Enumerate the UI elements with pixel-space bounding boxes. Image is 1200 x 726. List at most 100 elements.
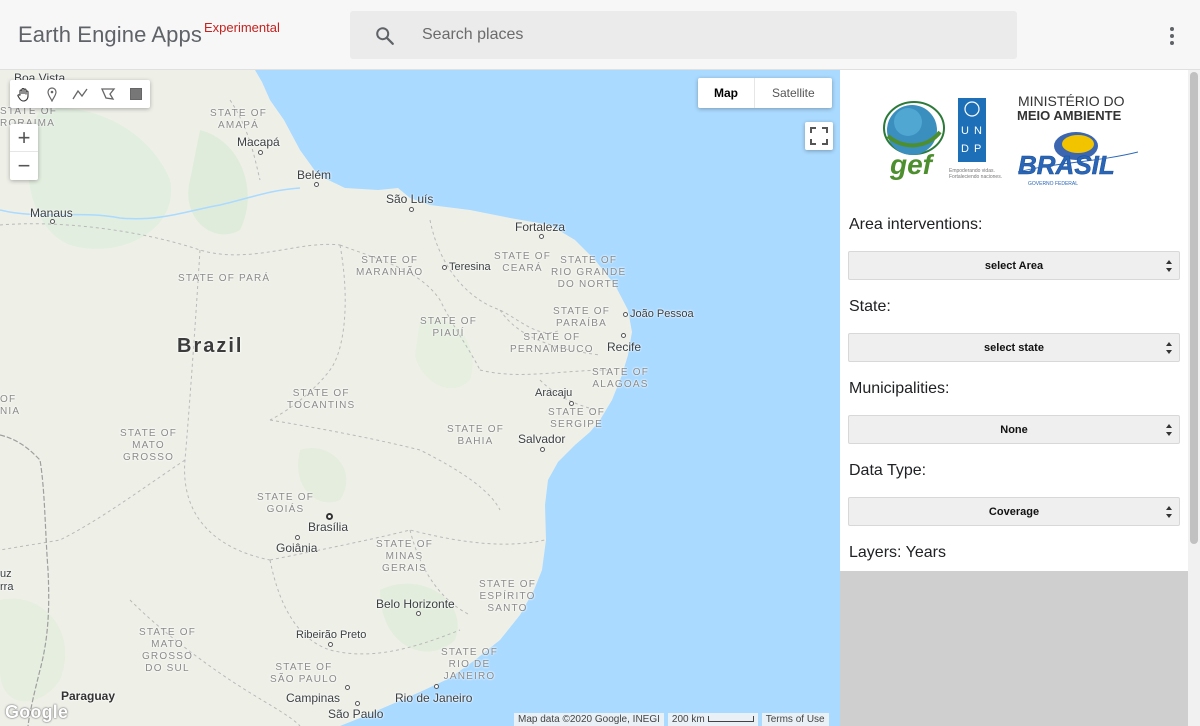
state-select[interactable]: select state (848, 333, 1180, 362)
city-label-ribeirao-preto: Ribeirão Preto (296, 629, 367, 641)
city-marker-goiania (295, 535, 300, 540)
select-arrows-icon (1166, 424, 1172, 436)
fullscreen-icon (810, 127, 828, 145)
state-label-sergipe: STATE OF SERGIPE (548, 407, 606, 430)
state-label-pernambuco: STATE OF PERNAMBUCO (510, 332, 594, 355)
country-label-brazil: Brazil (177, 335, 244, 357)
state-label-mato-grosso: STATE OF MATO GROSSO (120, 428, 178, 463)
data-type-select-value: Coverage (988, 505, 1040, 518)
brasil-subtitle: GOVERNO FEDERAL (1028, 181, 1078, 187)
city-marker-manaus (50, 219, 55, 224)
polyline-icon[interactable] (66, 80, 94, 108)
terms-of-use-link[interactable]: Terms of Use (761, 713, 829, 726)
polygon-icon[interactable] (94, 80, 122, 108)
municipalities-label: Municipalities: (849, 380, 950, 397)
city-marker-salvador (540, 447, 545, 452)
city-marker-joao-pessoa (623, 312, 628, 317)
map-type-map-button[interactable]: Map (698, 78, 755, 108)
city-marker-fortaleza (539, 234, 544, 239)
select-arrows-icon (1166, 342, 1172, 354)
search-input[interactable] (422, 21, 982, 49)
map-attribution: Map data ©2020 Google, INEGI 200 km Term… (514, 713, 833, 726)
city-marker-ribeirao-preto (328, 642, 333, 647)
city-marker-sao-paulo (355, 701, 360, 706)
city-label-rio-de-janeiro: Rio de Janeiro (395, 691, 473, 705)
city-label-belem: Belém (297, 168, 332, 182)
map-type-satellite-button[interactable]: Satellite (755, 78, 832, 108)
ministry-line1: MINISTÉRIO DO (1018, 93, 1125, 109)
map-type-control: Map Satellite (698, 78, 832, 108)
state-label-paraiba: STATE OF PARAÍBA (553, 306, 611, 329)
undp-tagline: Empoderando vidas. Fortaleciendo nacione… (949, 168, 1002, 180)
select-arrows-icon (1166, 260, 1172, 272)
country-label-paraguay: Paraguay (61, 689, 116, 703)
rectangle-icon[interactable] (122, 80, 150, 108)
state-label-ceara: STATE OF CEARÁ (494, 251, 552, 274)
city-marker-sao-luis (409, 207, 414, 212)
city-marker-teresina (442, 265, 447, 270)
more-vert-icon[interactable] (1160, 24, 1184, 48)
city-label-sao-luis: São Luís (386, 192, 434, 206)
scale-bar (707, 716, 754, 723)
municipalities-select[interactable]: None (848, 415, 1180, 444)
state-label-tocantins: STATE OF TOCANTINS (287, 388, 356, 411)
app-header: Earth Engine Apps Experimental (0, 0, 1200, 70)
undp-letter-n: N (974, 125, 982, 137)
area-select[interactable]: select Area (848, 251, 1180, 280)
hand-icon[interactable] (10, 80, 38, 108)
edge-label-left-1: OF NIA (0, 394, 21, 417)
drawing-toolbar (10, 80, 150, 108)
city-marker-macapa (258, 150, 263, 155)
fullscreen-button[interactable] (805, 122, 833, 150)
capital-marker-brasilia (326, 513, 333, 520)
panel-scrollbar-thumb[interactable] (1190, 72, 1198, 544)
state-label-alagoas: STATE OF ALAGOAS (592, 367, 650, 390)
map-data-attribution: Map data ©2020 Google, INEGI (514, 713, 664, 726)
edge-label-left-2: uz rra (0, 568, 14, 593)
panel-empty-area (840, 571, 1188, 726)
search-box[interactable] (350, 11, 1017, 59)
state-select-value: select state (984, 341, 1044, 354)
scale-indicator[interactable]: 200 km (667, 713, 758, 726)
state-label-bahia: STATE OF BAHIA (447, 424, 505, 447)
select-arrows-icon (1166, 506, 1172, 518)
city-label-salvador: Salvador (518, 432, 566, 446)
city-label-belo-horizonte: Belo Horizonte (376, 597, 455, 611)
zoom-in-button[interactable]: + (10, 124, 38, 152)
zoom-out-button[interactable]: − (10, 152, 38, 180)
state-label-piaui: STATE OF PIAUÍ (420, 316, 478, 339)
data-type-select[interactable]: Coverage (848, 497, 1180, 526)
city-marker-aracaju (569, 401, 574, 406)
city-label-teresina: Teresina (449, 261, 491, 273)
marker-icon[interactable] (38, 80, 66, 108)
partner-logos: gef U N D P Empoderando vidas. Fortaleci… (883, 93, 1138, 187)
search-icon[interactable] (374, 25, 396, 47)
state-label-sao-paulo: STATE OF SÃO PAULO (270, 662, 338, 685)
city-label-joao-pessoa: João Pessoa (630, 308, 694, 320)
state-label-amapa: STATE OF AMAPÁ (210, 108, 268, 131)
zoom-control: + − (10, 124, 38, 180)
panel-scrollbar[interactable] (1188, 70, 1200, 726)
undp-logo: U N D P Empoderando vidas. Fortaleciendo… (949, 98, 1002, 180)
map-view[interactable]: STATE OF RORAIMA STATE OF AMAPÁ STATE OF… (0, 70, 840, 726)
google-logo: Google (5, 702, 69, 722)
state-label-mato-grosso-do-sul: STATE OF MATO GROSSO DO SUL (139, 627, 197, 674)
city-marker-recife (621, 333, 626, 338)
experimental-badge: Experimental (204, 20, 280, 35)
side-panel: gef U N D P Empoderando vidas. Fortaleci… (840, 70, 1188, 571)
city-marker-belo-horizonte (416, 611, 421, 616)
area-select-value: select Area (984, 259, 1044, 272)
undp-letter-d: D (961, 143, 969, 155)
map-basemap (0, 70, 632, 726)
city-label-brasilia: Brasília (308, 520, 349, 534)
state-label-para: STATE OF PARÁ (178, 273, 271, 284)
city-marker-campinas (345, 685, 350, 690)
state-label-minas-gerais: STATE OF MINAS GERAIS (376, 539, 434, 574)
gef-logo-text: gef (889, 149, 935, 180)
undp-tagline-line2: Fortaleciendo naciones. (949, 174, 1002, 180)
state-label-espirito-santo: STATE OF ESPÍRITO SANTO (479, 579, 537, 614)
state-label: State: (849, 298, 891, 315)
area-interventions-label: Area interventions: (849, 216, 983, 233)
undp-letter-p: P (974, 143, 981, 155)
data-type-label: Data Type: (849, 462, 927, 479)
